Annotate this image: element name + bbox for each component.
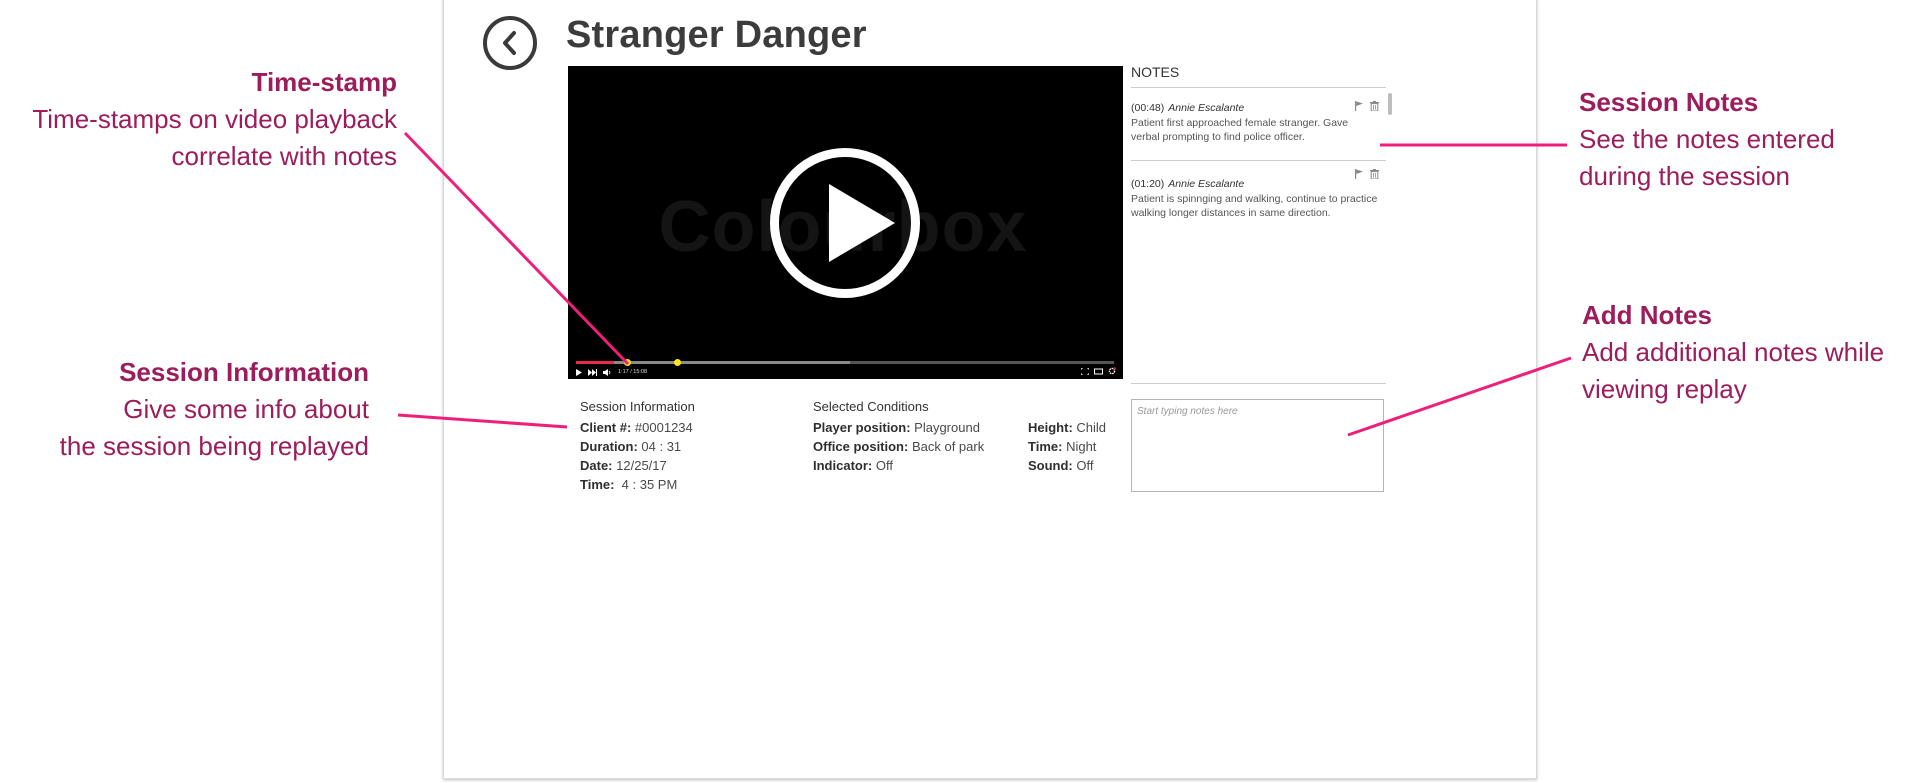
condition-label: Office position: <box>813 439 909 454</box>
add-notes-input[interactable] <box>1131 399 1384 492</box>
condition-row: Sound: Off <box>1028 456 1106 475</box>
annotation-title: Add Notes <box>1582 300 1712 330</box>
note-timestamp-marker[interactable] <box>624 359 632 366</box>
flag-icon[interactable] <box>1355 101 1364 115</box>
page-title: Stranger Danger <box>566 14 867 56</box>
info-label: Client #: <box>580 420 632 435</box>
annotation-line: See the notes entered <box>1579 124 1835 154</box>
add-notes-annotation: Add Notes Add additional notes while vie… <box>1582 297 1884 408</box>
info-value: 4 : 35 PM <box>618 477 678 492</box>
settings-gear-icon[interactable] <box>1108 367 1116 377</box>
annotation-title: Session Information <box>119 357 369 387</box>
session-info-panel: Session Information Client #: #0001234 D… <box>580 397 695 494</box>
notes-divider <box>1131 87 1386 88</box>
condition-label: Height: <box>1028 420 1073 435</box>
selected-conditions-panel: Selected Conditions Player position: Pla… <box>813 397 984 475</box>
condition-value: Back of park <box>911 439 985 454</box>
annotation-title: Time-stamp <box>251 67 397 97</box>
condition-value: Child <box>1076 420 1107 435</box>
note-time[interactable]: (00:48) <box>1131 102 1164 114</box>
info-label: Date: <box>580 458 613 473</box>
info-value: 04 : 31 <box>641 439 682 454</box>
annotation-line: the session being replayed <box>59 431 369 461</box>
chevron-left-icon <box>503 31 516 55</box>
info-label: Duration: <box>580 439 638 454</box>
timestamp-annotation: Time-stamp Time-stamps on video playback… <box>32 64 397 175</box>
info-label: Time: <box>580 477 615 492</box>
annotation-line: Time-stamps on video playback <box>32 104 397 134</box>
notes-divider <box>1131 160 1386 161</box>
notes-heading: NOTES <box>1131 64 1180 80</box>
condition-label: Time: <box>1028 439 1063 454</box>
video-timestamp: 1:17 / 15:08 <box>618 369 648 375</box>
add-notes-divider <box>1131 383 1386 384</box>
condition-value: Off <box>875 458 893 473</box>
annotation-title: Session Notes <box>1579 87 1759 117</box>
condition-label: Indicator: <box>813 458 873 473</box>
info-value: #0001234 <box>634 420 693 435</box>
annotation-line: Give some info about <box>123 394 369 424</box>
condition-row: Time: Night <box>1028 437 1106 456</box>
selected-conditions-panel-2: Height: Child Time: Night Sound: Off <box>1028 418 1106 475</box>
condition-row: Height: Child <box>1028 418 1106 437</box>
annotation-line: viewing replay <box>1582 374 1747 404</box>
condition-label: Player position: <box>813 420 911 435</box>
trash-icon[interactable] <box>1370 169 1379 183</box>
video-controls: 1:17 / 15:08 <box>576 367 1116 377</box>
progress-played <box>576 361 614 364</box>
annotation-line: Add additional notes while <box>1582 337 1885 367</box>
note-author: Annie Escalante <box>1168 178 1245 190</box>
info-row: Time: 4 : 35 PM <box>580 475 695 494</box>
back-button[interactable] <box>483 16 537 70</box>
info-row: Date: 12/25/17 <box>580 456 695 475</box>
fullscreen-icon[interactable] <box>1080 367 1090 377</box>
condition-row: Indicator: Off <box>813 456 984 475</box>
condition-label: Sound: <box>1028 458 1073 473</box>
note-item: (01:20) Annie Escalante Patient is spinng… <box>1131 169 1379 220</box>
flag-icon[interactable] <box>1355 169 1364 183</box>
canvas: Stranger Danger Colourbox 1:17 / 15:08 N… <box>0 0 1920 783</box>
video-player[interactable]: Colourbox 1:17 / 15:08 <box>568 66 1123 379</box>
note-author: Annie Escalante <box>1168 102 1245 114</box>
condition-value: Off <box>1076 458 1094 473</box>
condition-value: Night <box>1066 439 1097 454</box>
control-play-icon[interactable] <box>576 368 582 376</box>
note-header: (01:20) Annie Escalante <box>1131 177 1379 191</box>
session-info-annotation: Session Information Give some info about… <box>60 354 369 465</box>
info-row: Duration: 04 : 31 <box>580 437 695 456</box>
condition-value: Playground <box>914 420 980 435</box>
condition-row: Player position: Playground <box>813 418 984 437</box>
note-actions <box>1355 169 1379 183</box>
note-text: Patient is spinnging and walking, contin… <box>1131 193 1378 219</box>
play-icon <box>829 184 895 262</box>
skip-forward-icon[interactable] <box>588 368 597 376</box>
annotation-line: during the session <box>1579 161 1791 191</box>
trash-icon[interactable] <box>1370 101 1379 115</box>
note-time[interactable]: (01:20) <box>1131 178 1164 190</box>
note-actions <box>1355 101 1379 115</box>
condition-row: Office position: Back of park <box>813 437 984 456</box>
volume-icon[interactable] <box>603 368 612 376</box>
notes-scrollbar[interactable] <box>1388 93 1392 115</box>
info-value: 12/25/17 <box>616 458 667 473</box>
progress-buffered <box>576 361 851 364</box>
conditions-heading: Selected Conditions <box>813 399 929 414</box>
session-info-heading: Session Information <box>580 399 695 414</box>
video-progress-bar[interactable] <box>576 359 1114 366</box>
note-item: (00:48) Annie Escalante Patient first app… <box>1131 101 1379 144</box>
note-header: (00:48) Annie Escalante <box>1131 101 1379 115</box>
session-notes-annotation: Session Notes See the notes entered duri… <box>1579 84 1835 195</box>
annotation-line: correlate with notes <box>171 141 397 171</box>
theater-mode-icon[interactable] <box>1094 368 1103 377</box>
note-text: Patient first approached female stranger… <box>1131 117 1349 143</box>
note-timestamp-marker[interactable] <box>674 359 682 366</box>
play-button[interactable] <box>770 148 920 298</box>
info-row: Client #: #0001234 <box>580 418 695 437</box>
